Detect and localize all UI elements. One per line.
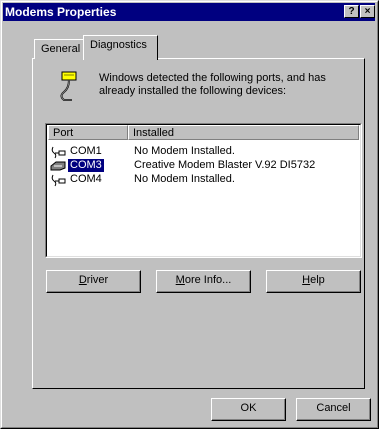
installed-device: No Modem Installed.: [134, 145, 235, 157]
title-bar[interactable]: Modems Properties ? ×: [3, 3, 375, 21]
installed-device: No Modem Installed.: [134, 173, 235, 185]
tab-diagnostics[interactable]: Diagnostics: [83, 35, 158, 60]
more-info-label-post: ore Info...: [184, 274, 232, 286]
port-icon: [51, 146, 66, 159]
driver-label-key: D: [78, 274, 87, 286]
help-title-button[interactable]: ?: [344, 5, 359, 18]
more-info-button[interactable]: More Info...: [156, 270, 251, 293]
column-header-port[interactable]: Port: [48, 125, 128, 140]
port-icon: [51, 174, 66, 187]
ok-button[interactable]: OK: [211, 398, 286, 421]
tab-general[interactable]: General: [34, 39, 84, 59]
installed-device: Creative Modem Blaster V.92 DI5732: [134, 159, 316, 171]
info-text: Windows detected the following ports, an…: [99, 72, 326, 97]
list-frame: [46, 124, 361, 257]
window-title: Modems Properties: [5, 5, 117, 19]
modem-icon: [60, 71, 77, 101]
modems-properties-window: Modems Properties ? × General Diagnostic…: [0, 0, 379, 429]
tab-general-label: General: [41, 43, 81, 55]
port-name: COM1: [70, 145, 102, 157]
column-header-port-label: Port: [53, 127, 74, 139]
modem-port-icon: [50, 161, 66, 171]
more-info-label-key: M: [175, 274, 185, 286]
ports-list[interactable]: Port Installed COM1 No Modem Installed. …: [45, 123, 362, 258]
column-header-installed-label: Installed: [133, 127, 174, 139]
list-item[interactable]: COM4 No Modem Installed.: [48, 173, 358, 187]
driver-button[interactable]: Driver: [46, 270, 141, 293]
port-name: COM4: [70, 173, 102, 185]
list-item[interactable]: COM1 No Modem Installed.: [48, 145, 358, 159]
close-button[interactable]: ×: [360, 5, 375, 18]
driver-label-post: river: [86, 274, 109, 286]
cancel-button[interactable]: Cancel: [296, 398, 371, 421]
help-label-post: elp: [310, 274, 325, 286]
help-label-key: H: [302, 274, 311, 286]
port-name: COM3: [67, 158, 105, 173]
column-header-installed[interactable]: Installed: [128, 125, 359, 140]
list-item[interactable]: COM3 Creative Modem Blaster V.92 DI5732: [48, 158, 358, 173]
tab-diagnostics-label: Diagnostics: [90, 39, 147, 51]
help-button[interactable]: Help: [266, 270, 361, 293]
